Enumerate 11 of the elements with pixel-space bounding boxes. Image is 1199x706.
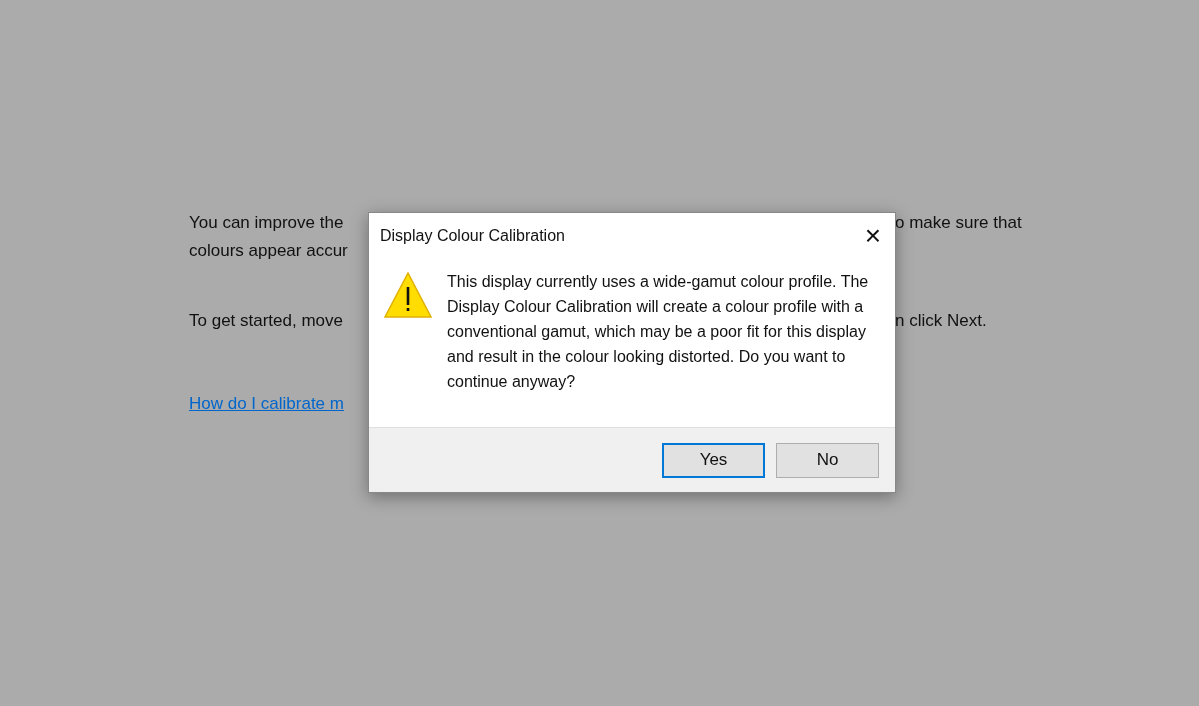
background-text: To get started, move	[189, 310, 345, 333]
dialog-button[interactable]: No	[776, 442, 879, 478]
background-text: You can improve the	[189, 212, 345, 235]
background-text: o make sure that	[895, 212, 1022, 235]
dialog-message: This display currently uses a wide-gamut colour profile. The Display Colour Calibration will create a colour profile with a conventional gamut, which may be a poor fit for this display and result in the colour looking distorted. Do you want to continue anyway?	[447, 272, 870, 392]
window-title: Display Colour Calibration	[380, 226, 565, 246]
background-text: n click Next.	[895, 310, 987, 333]
dialog-button[interactable]: Yes	[662, 442, 765, 478]
warning-icon	[383, 271, 433, 319]
background-text: colours appear accur	[189, 240, 349, 263]
close-button[interactable]: ×	[857, 220, 889, 252]
